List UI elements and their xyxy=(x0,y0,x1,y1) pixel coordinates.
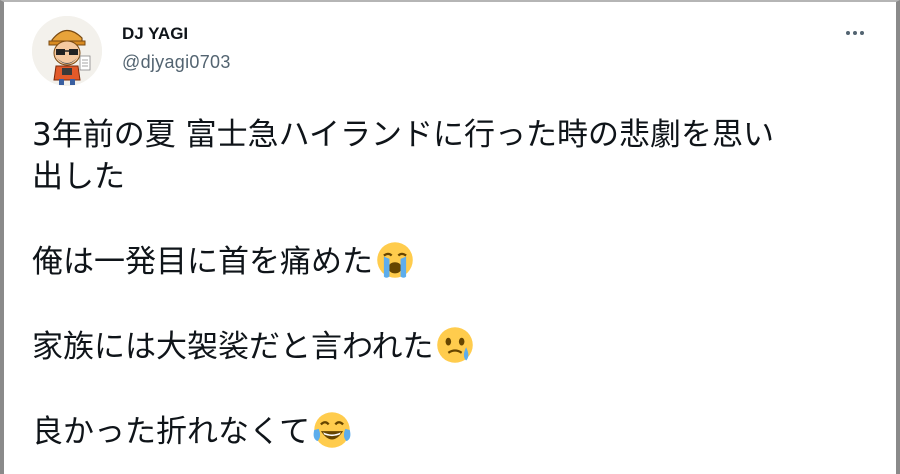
avatar[interactable] xyxy=(32,16,102,86)
more-horizontal-icon xyxy=(846,31,850,35)
tweet-line: 家族には大袈裟だと言われた xyxy=(32,325,872,368)
face-with-tears-of-joy-icon xyxy=(313,412,351,448)
tweet-line-text: 良かった折れなくて xyxy=(32,414,311,450)
more-options-button[interactable] xyxy=(840,18,870,48)
tweet-line-text: 俺は一発目に首を痛めた xyxy=(32,244,373,280)
tweet-line: 出した xyxy=(32,156,872,198)
tweet-line: 俺は一発目に首を痛めた xyxy=(32,240,872,283)
tweet-text: 3年前の夏 富士急ハイランドに行った時の悲劇を思い 出した 俺は一発目に首を痛め… xyxy=(32,114,872,453)
tweet-card: DJ YAGI @djyagi0703 3年前の夏 富士急ハイランドに行った時の… xyxy=(0,0,900,474)
loudly-crying-face-icon xyxy=(377,242,413,278)
user-handle[interactable]: @djyagi0703 xyxy=(122,52,231,73)
display-name[interactable]: DJ YAGI xyxy=(122,24,188,44)
tweet-line: 良かった折れなくて xyxy=(32,410,872,453)
more-horizontal-icon xyxy=(860,31,864,35)
avatar-illustration xyxy=(32,16,102,86)
tweet-line-text: 3年前の夏 富士急ハイランドに行った時の悲劇を思い xyxy=(32,117,774,153)
tweet-line: 3年前の夏 富士急ハイランドに行った時の悲劇を思い xyxy=(32,114,872,156)
tweet-line-text: 出した xyxy=(32,159,125,195)
tweet-line-text: 家族には大袈裟だと言われた xyxy=(32,329,434,365)
more-horizontal-icon xyxy=(853,31,857,35)
face-holding-back-tears-icon xyxy=(437,327,474,363)
